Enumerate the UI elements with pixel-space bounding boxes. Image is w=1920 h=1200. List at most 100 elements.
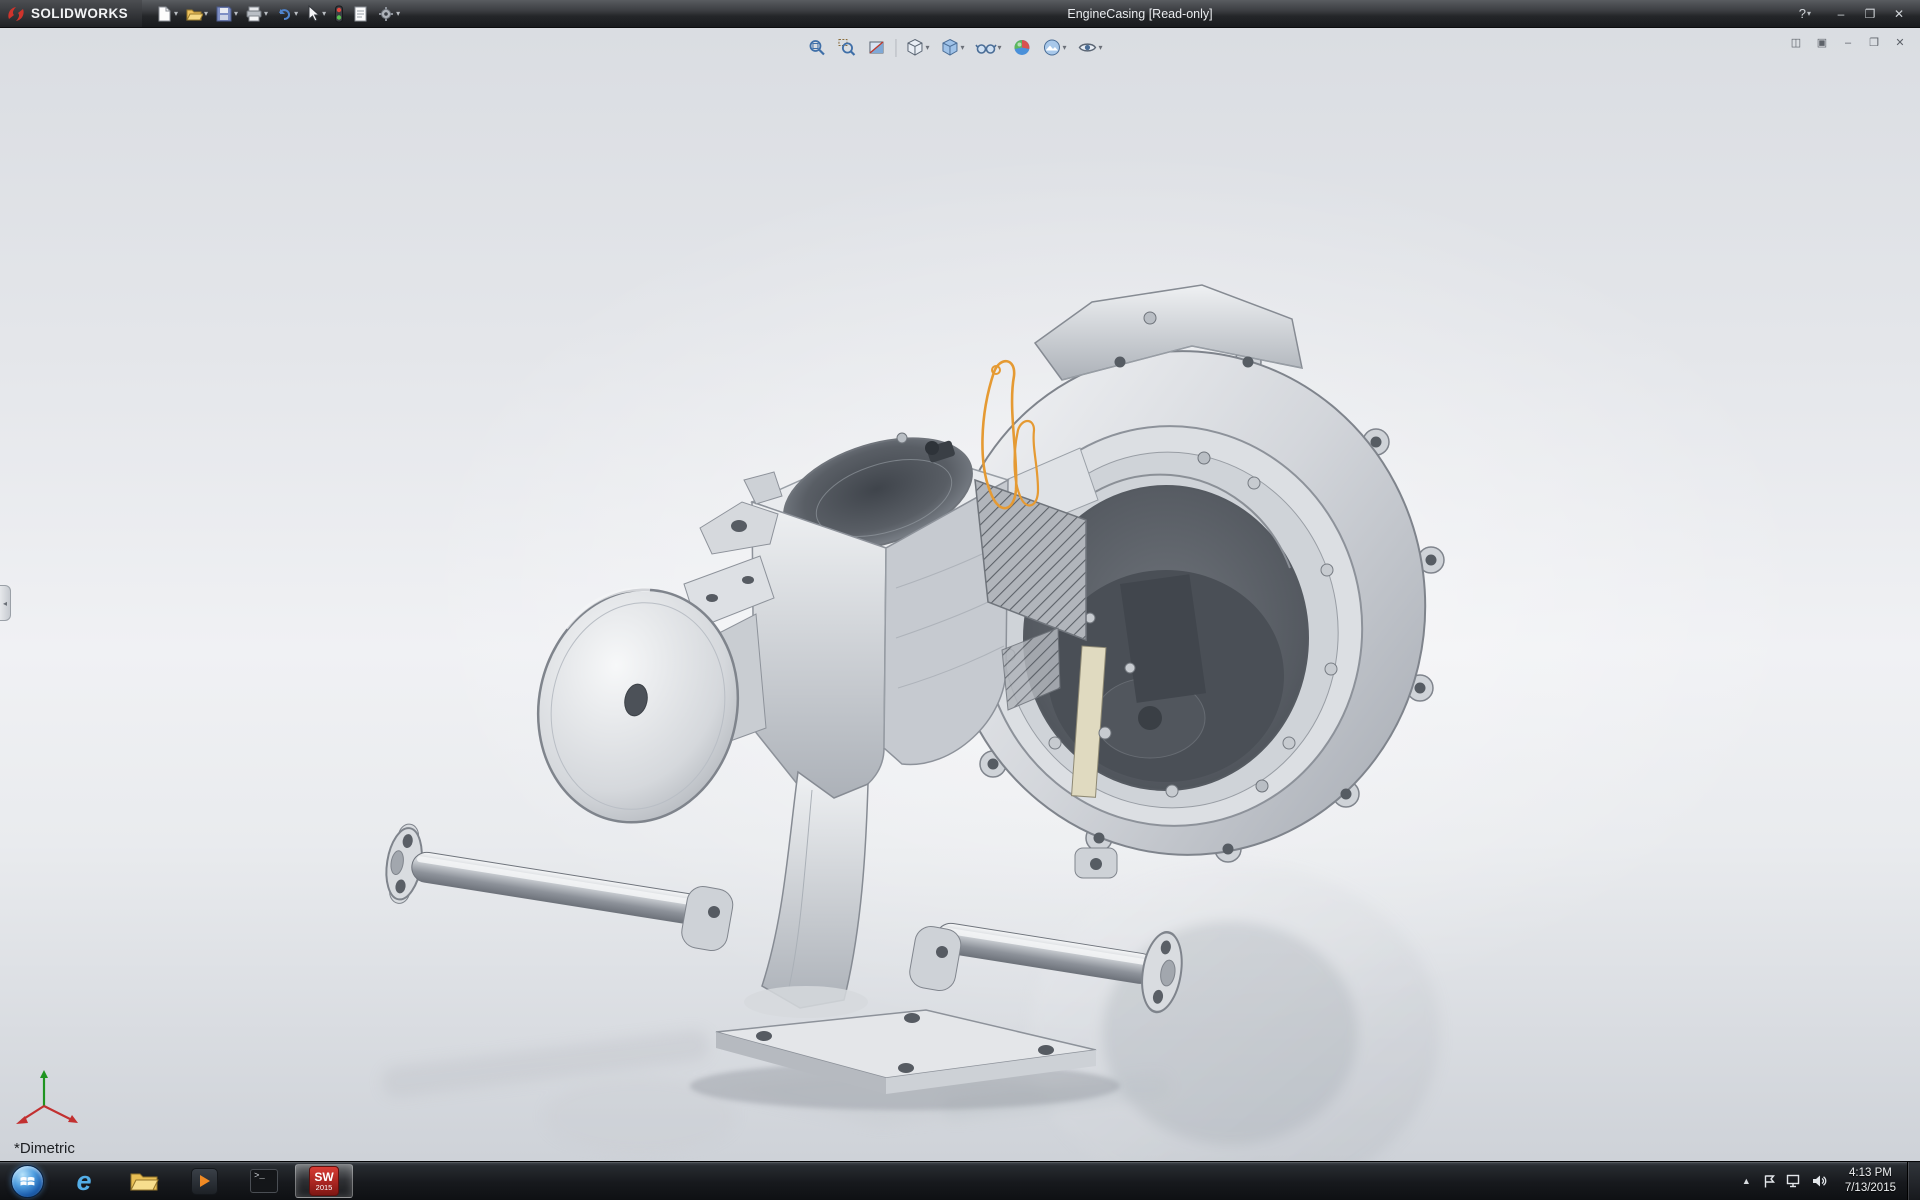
action-center-flag-icon[interactable] [1762,1174,1777,1189]
new-document-button[interactable]: ▾ [152,3,181,25]
display-style-caret-icon[interactable]: ▾ [960,43,964,52]
system-tray: ▲ 4:13 PM 7/13/2015 [1740,1162,1907,1200]
windows-orb-icon [11,1165,44,1198]
edit-appearance-sphere-icon [1013,38,1032,57]
panel-flyout-tab[interactable]: ◂ [0,585,11,621]
command-prompt-text: >_ [254,1172,265,1181]
select-button[interactable]: ▾ [302,3,329,25]
help-icon: ? [1799,6,1806,21]
display-style-button[interactable]: ▾ [938,36,966,59]
3d-model-canvas[interactable] [0,28,1920,1161]
file-properties-icon [352,5,370,23]
select-cursor-icon [305,5,321,23]
options-gear-icon [377,5,395,23]
minimize-button[interactable]: – [1828,4,1854,24]
rebuild-button[interactable] [330,3,348,25]
window-controls: ?▾ – ❐ ✕ [1799,4,1920,24]
windows-flag-icon [18,1172,37,1191]
folder-icon [129,1169,159,1193]
zoom-to-fit-button[interactable] [805,36,828,59]
help-caret-icon: ▾ [1807,9,1811,18]
solidworks-app-icon: SW 2015 [309,1166,339,1196]
hide-show-glasses-icon [975,38,996,57]
edit-appearance-button[interactable] [1011,36,1034,59]
window-title: EngineCasing [Read-only] [1067,7,1212,21]
apply-scene-icon [1043,38,1062,57]
doc-close-button[interactable]: ✕ [1890,34,1910,51]
section-view-icon [867,38,886,57]
zoom-to-area-button[interactable] [835,36,858,59]
clock-time: 4:13 PM [1849,1166,1892,1181]
taskbar-clock[interactable]: 4:13 PM 7/13/2015 [1836,1166,1905,1196]
options-button[interactable]: ▾ [374,3,403,25]
maximize-button[interactable]: ❐ [1857,4,1883,24]
display-stand[interactable] [679,772,1096,1094]
print-icon [245,5,263,23]
zoom-to-fit-icon [807,38,826,57]
close-button[interactable]: ✕ [1886,4,1912,24]
options-caret-icon[interactable]: ▾ [396,9,400,18]
undo-button[interactable]: ▾ [272,3,301,25]
start-button[interactable] [0,1162,54,1200]
open-document-icon [185,5,203,23]
apply-scene-caret-icon[interactable]: ▾ [1063,43,1067,52]
brand-text: SOLIDWORKS [31,6,128,21]
undo-icon [275,5,293,23]
title-bar: SOLIDWORKS ▾ ▾ ▾ ▾ ▾ [0,0,1920,28]
command-prompt-icon: >_ [250,1169,278,1193]
hide-show-caret-icon[interactable]: ▾ [997,43,1001,52]
file-properties-button[interactable] [349,3,373,25]
save-icon [215,5,233,23]
headsup-separator [895,39,896,57]
volume-icon[interactable] [1811,1174,1827,1188]
hide-show-items-button[interactable]: ▾ [973,36,1003,59]
doc-restore-button[interactable]: ❐ [1864,34,1884,51]
solidworks-icon-year: 2015 [316,1184,333,1192]
save-button[interactable]: ▾ [212,3,241,25]
new-caret-icon[interactable]: ▾ [174,9,178,18]
network-icon[interactable] [1786,1174,1802,1188]
taskbar-item-solidworks[interactable]: SW 2015 [295,1164,353,1198]
open-document-button[interactable]: ▾ [182,3,211,25]
save-caret-icon[interactable]: ▾ [234,9,238,18]
view-settings-button[interactable]: ▾ [1076,36,1105,59]
taskbar-item-internet-explorer[interactable]: e [55,1164,113,1198]
zoom-to-area-icon [837,38,856,57]
taskbar: e >_ SW 2015 ▲ [0,1161,1920,1200]
taskbar-item-media-player[interactable] [175,1164,233,1198]
taskbar-item-file-explorer[interactable] [115,1164,173,1198]
print-button[interactable]: ▾ [242,3,271,25]
help-button[interactable]: ?▾ [1799,6,1811,21]
flyout-arrow-icon: ◂ [3,599,7,608]
open-caret-icon[interactable]: ▾ [204,9,208,18]
view-orientation-caret-icon[interactable]: ▾ [925,43,929,52]
doc-pane-right-button[interactable]: ▣ [1812,34,1832,51]
view-settings-caret-icon[interactable]: ▾ [1099,43,1103,52]
doc-minimize-button[interactable]: – [1838,34,1858,51]
view-orientation-label: *Dimetric [14,1140,75,1157]
section-view-button[interactable] [865,36,888,59]
taskbar-item-command-prompt[interactable]: >_ [235,1164,293,1198]
internet-explorer-icon: e [76,1168,91,1195]
doc-pane-left-button[interactable]: ◫ [1786,34,1806,51]
show-desktop-button[interactable] [1907,1162,1920,1200]
view-orientation-cube-icon [905,38,924,57]
new-document-icon [155,5,173,23]
view-orientation-button[interactable]: ▾ [903,36,931,59]
headsup-view-toolbar: ▾ ▾ ▾ ▾ ▾ [805,36,1104,59]
show-hidden-icons-button[interactable]: ▲ [1740,1176,1753,1186]
print-caret-icon[interactable]: ▾ [264,9,268,18]
select-caret-icon[interactable]: ▾ [322,9,326,18]
undo-caret-icon[interactable]: ▾ [294,9,298,18]
graphics-viewport[interactable]: ▾ ▾ ▾ ▾ ▾ ◫ ▣ [0,28,1920,1161]
apply-scene-button[interactable]: ▾ [1041,36,1069,59]
main-toolbar: ▾ ▾ ▾ ▾ ▾ ▾ [152,3,403,25]
display-style-cube-icon [940,38,959,57]
orientation-triad [16,1070,78,1124]
rebuild-traffic-light-icon [333,5,345,23]
solidworks-icon-label: SW [314,1171,333,1184]
clock-date: 7/13/2015 [1845,1181,1896,1196]
app-logo: SOLIDWORKS [0,0,142,27]
view-settings-eye-icon [1078,38,1098,57]
solidworks-logo-icon [6,5,26,23]
